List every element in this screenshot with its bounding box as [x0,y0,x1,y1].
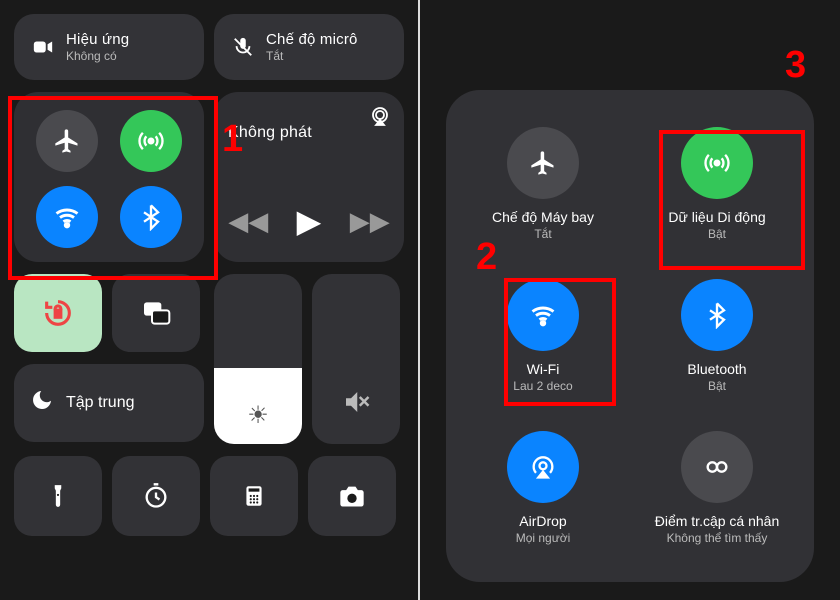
airdrop-item[interactable]: AirDrop Mọi người [466,422,620,554]
bluetooth-item[interactable]: Bluetooth Bật [640,270,794,402]
bluetooth-sub: Bật [708,379,726,393]
connectivity-tile[interactable] [14,92,204,262]
orientation-lock[interactable] [14,274,102,352]
brightness-slider[interactable]: ☀ [214,274,302,444]
wifi-sub: Lau 2 deco [513,379,572,393]
annotation-3: 3 [785,44,806,87]
airplane-icon [507,127,579,199]
control-center-expanded: Chế độ Máy bay Tắt Dữ liệu Di động Bật W… [420,0,840,600]
cellular-label: Dữ liệu Di động [668,209,765,225]
control-center-collapsed: Hiệu ứng Không có Chế độ micrô Tắt [0,0,418,600]
annotation-2: 2 [476,236,497,279]
prev-button[interactable]: ◀◀ [228,206,268,237]
hotspot-icon [681,431,753,503]
cellular-item[interactable]: Dữ liệu Di động Bật [640,118,794,250]
media-title: Không phát [228,124,390,142]
speaker-mute-icon [312,387,400,424]
hotspot-sub: Không thể tìm thấy [667,531,768,545]
focus-tile[interactable]: Tập trung [14,364,204,442]
screen-mirror[interactable] [112,274,200,352]
mic-mode-tile[interactable]: Chế độ micrô Tắt [214,14,404,80]
airplay-icon[interactable] [368,104,392,133]
wifi-label: Wi-Fi [527,361,560,377]
effects-label: Hiệu ứng [66,31,129,49]
hotspot-item[interactable]: Điểm tr.cập cá nhân Không thể tìm thấy [640,422,794,554]
airplane-item[interactable]: Chế độ Máy bay Tắt [466,118,620,250]
bluetooth-label: Bluetooth [687,361,746,377]
wifi-item[interactable]: Wi-Fi Lau 2 deco [466,270,620,402]
bluetooth-icon [681,279,753,351]
play-button[interactable]: ▶ [297,202,322,240]
airdrop-icon [507,431,579,503]
volume-slider[interactable] [312,274,400,444]
mic-mute-icon [228,32,258,62]
airplane-sub: Tắt [534,227,551,241]
camera-button[interactable] [308,456,396,536]
calculator-button[interactable] [210,456,298,536]
cellular-toggle[interactable] [120,110,182,172]
next-button[interactable]: ▶▶ [350,206,390,237]
moon-icon [30,388,54,418]
airdrop-sub: Mọi người [516,531,571,545]
connectivity-expanded: Chế độ Máy bay Tắt Dữ liệu Di động Bật W… [446,90,814,582]
airplane-label: Chế độ Máy bay [492,209,594,225]
video-icon [28,32,58,62]
airplane-toggle[interactable] [36,110,98,172]
hotspot-label: Điểm tr.cập cá nhân [655,513,780,529]
effects-tile[interactable]: Hiệu ứng Không có [14,14,204,80]
cellular-icon [681,127,753,199]
sun-icon: ☀ [214,401,302,430]
airdrop-label: AirDrop [519,513,566,529]
bluetooth-toggle[interactable] [120,186,182,248]
flashlight-button[interactable] [14,456,102,536]
effects-sub: Không có [66,49,129,63]
focus-label: Tập trung [66,394,134,412]
timer-button[interactable] [112,456,200,536]
wifi-toggle[interactable] [36,186,98,248]
mic-label: Chế độ micrô [266,31,358,49]
annotation-1: 1 [222,118,243,161]
cellular-sub: Bật [708,227,726,241]
mic-sub: Tắt [266,49,358,63]
wifi-icon [507,279,579,351]
